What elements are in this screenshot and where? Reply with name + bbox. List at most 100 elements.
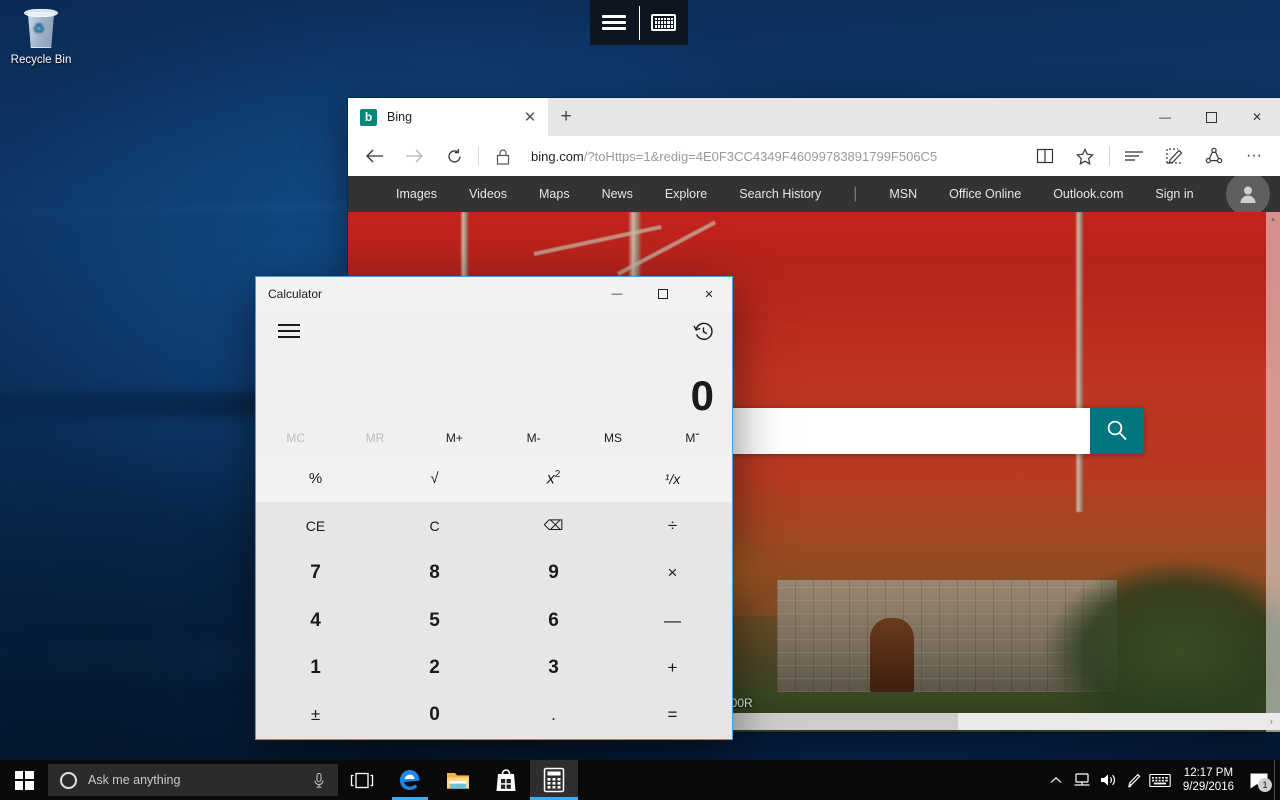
url-path: /?toHttps=1&redig=4E0F3CC4349F4609978389… <box>584 149 937 164</box>
key-clear-entry[interactable]: CE <box>256 502 375 549</box>
back-button[interactable] <box>354 139 394 173</box>
key-9[interactable]: 9 <box>494 550 613 597</box>
key-clear[interactable]: C <box>375 502 494 549</box>
close-tab-icon[interactable]: ✕ <box>518 105 542 129</box>
key-multiply[interactable]: × <box>613 550 732 597</box>
key-square-root[interactable]: √ <box>375 455 494 502</box>
key-subtract[interactable]: — <box>613 597 732 644</box>
memory-clear-button[interactable]: MC <box>256 421 335 455</box>
key-0[interactable]: 0 <box>375 692 494 739</box>
scroll-right-arrow[interactable]: › <box>1263 713 1280 730</box>
key-5[interactable]: 5 <box>375 597 494 644</box>
key-percent[interactable]: % <box>256 455 375 502</box>
web-note-icon[interactable] <box>1154 139 1194 173</box>
taskbar-item-microsoft-store[interactable] <box>482 760 530 800</box>
taskbar-item-calculator[interactable] <box>530 760 578 800</box>
close-window-button[interactable]: ✕ <box>1234 98 1280 136</box>
key-add[interactable]: + <box>613 644 732 691</box>
floating-keyboard-button[interactable] <box>640 0 689 45</box>
calculator-menu-button[interactable] <box>274 316 304 346</box>
start-button[interactable] <box>0 760 48 800</box>
close-window-button[interactable]: ✕ <box>686 277 732 311</box>
memory-subtract-button[interactable]: M- <box>494 421 573 455</box>
bing-nav-news[interactable]: News <box>602 187 633 201</box>
key-decimal[interactable]: . <box>494 692 613 739</box>
share-icon[interactable] <box>1194 139 1234 173</box>
refresh-button[interactable] <box>434 139 474 173</box>
recycle-bin-icon[interactable]: ♻ Recycle Bin <box>4 6 78 67</box>
search-button[interactable] <box>1090 408 1144 454</box>
taskbar-item-file-explorer[interactable] <box>434 760 482 800</box>
minimize-button[interactable]: — <box>1142 98 1188 136</box>
task-view-icon <box>350 772 374 789</box>
key-reciprocal[interactable]: ¹/x <box>613 455 732 502</box>
bing-sign-in-link[interactable]: Sign in <box>1155 187 1193 201</box>
touch-keyboard-icon[interactable] <box>1147 760 1173 800</box>
maximize-button[interactable] <box>640 277 686 311</box>
history-icon <box>693 321 714 342</box>
url-host: bing.com <box>531 149 584 164</box>
more-icon[interactable]: ··· <box>1234 139 1274 173</box>
bing-nav-office-online[interactable]: Office Online <box>949 187 1021 201</box>
minimize-button[interactable]: — <box>594 277 640 311</box>
calculator-title-bar[interactable]: Calculator — ✕ <box>256 277 732 311</box>
calculator-window-controls: — ✕ <box>594 277 732 311</box>
reading-view-icon[interactable] <box>1025 139 1065 173</box>
memory-add-button[interactable]: M+ <box>415 421 494 455</box>
key-2[interactable]: 2 <box>375 644 494 691</box>
forward-button[interactable] <box>394 139 434 173</box>
action-center-button[interactable]: 1 <box>1244 760 1274 800</box>
address-bar[interactable]: bing.com/?toHttps=1&redig=4E0F3CC4349F46… <box>523 139 1025 173</box>
calculator-window: Calculator — ✕ 0 <box>255 276 733 740</box>
calculator-history-button[interactable] <box>688 316 718 346</box>
scroll-up-arrow[interactable]: ▴ <box>1266 212 1280 226</box>
show-desktop-button[interactable] <box>1274 760 1280 800</box>
key-equals[interactable]: = <box>613 692 732 739</box>
key-3[interactable]: 3 <box>494 644 613 691</box>
volume-icon[interactable] <box>1095 760 1121 800</box>
key-squared[interactable]: x2 <box>494 455 613 502</box>
hamburger-icon <box>278 320 300 342</box>
bing-nav-videos[interactable]: Videos <box>469 187 507 201</box>
favorites-star-icon[interactable] <box>1065 139 1105 173</box>
browser-tab-bing[interactable]: b Bing ✕ <box>348 98 548 136</box>
key-plus-minus[interactable]: ± <box>256 692 375 739</box>
microphone-icon[interactable] <box>308 772 330 789</box>
memory-recall-button[interactable]: MR <box>335 421 414 455</box>
desktop-screen: ♻ Recycle Bin b Bing ✕ + — <box>0 0 1280 800</box>
show-hidden-icons-button[interactable] <box>1043 760 1069 800</box>
new-tab-button[interactable]: + <box>548 98 584 136</box>
task-view-button[interactable] <box>338 760 386 800</box>
search-icon <box>1104 418 1130 444</box>
taskbar: Ask me anything <box>0 760 1280 800</box>
avatar[interactable] <box>1226 172 1270 216</box>
bing-nav-explore[interactable]: Explore <box>665 187 707 201</box>
bing-nav-maps[interactable]: Maps <box>539 187 570 201</box>
key-7[interactable]: 7 <box>256 550 375 597</box>
page-vertical-scrollbar[interactable]: ▴ <box>1266 212 1280 732</box>
key-divide[interactable]: ÷ <box>613 502 732 549</box>
memory-store-button[interactable]: MS <box>573 421 652 455</box>
recycle-bin-glyph: ♻ <box>21 8 61 50</box>
clock[interactable]: 12:17 PM 9/29/2016 <box>1173 760 1244 800</box>
key-8[interactable]: 8 <box>375 550 494 597</box>
window-title: Calculator <box>268 287 594 301</box>
memory-list-button[interactable]: Mˇ <box>653 421 732 455</box>
key-6[interactable]: 6 <box>494 597 613 644</box>
bing-favicon: b <box>360 109 377 126</box>
hub-icon[interactable] <box>1114 139 1154 173</box>
bing-nav-msn[interactable]: MSN <box>889 187 917 201</box>
key-4[interactable]: 4 <box>256 597 375 644</box>
floating-menu-button[interactable] <box>590 0 639 45</box>
network-icon[interactable] <box>1069 760 1095 800</box>
maximize-button[interactable] <box>1188 98 1234 136</box>
bing-nav-images[interactable]: Images <box>396 187 437 201</box>
taskbar-item-microsoft-edge[interactable] <box>386 760 434 800</box>
bing-nav-search-history[interactable]: Search History <box>739 187 821 201</box>
bing-nav-outlook[interactable]: Outlook.com <box>1053 187 1123 201</box>
key-backspace[interactable]: ⌫ <box>494 502 613 549</box>
key-1[interactable]: 1 <box>256 644 375 691</box>
pen-icon[interactable] <box>1121 760 1147 800</box>
cortana-search-box[interactable]: Ask me anything <box>48 764 338 796</box>
calculator-result: 0 <box>691 375 714 417</box>
